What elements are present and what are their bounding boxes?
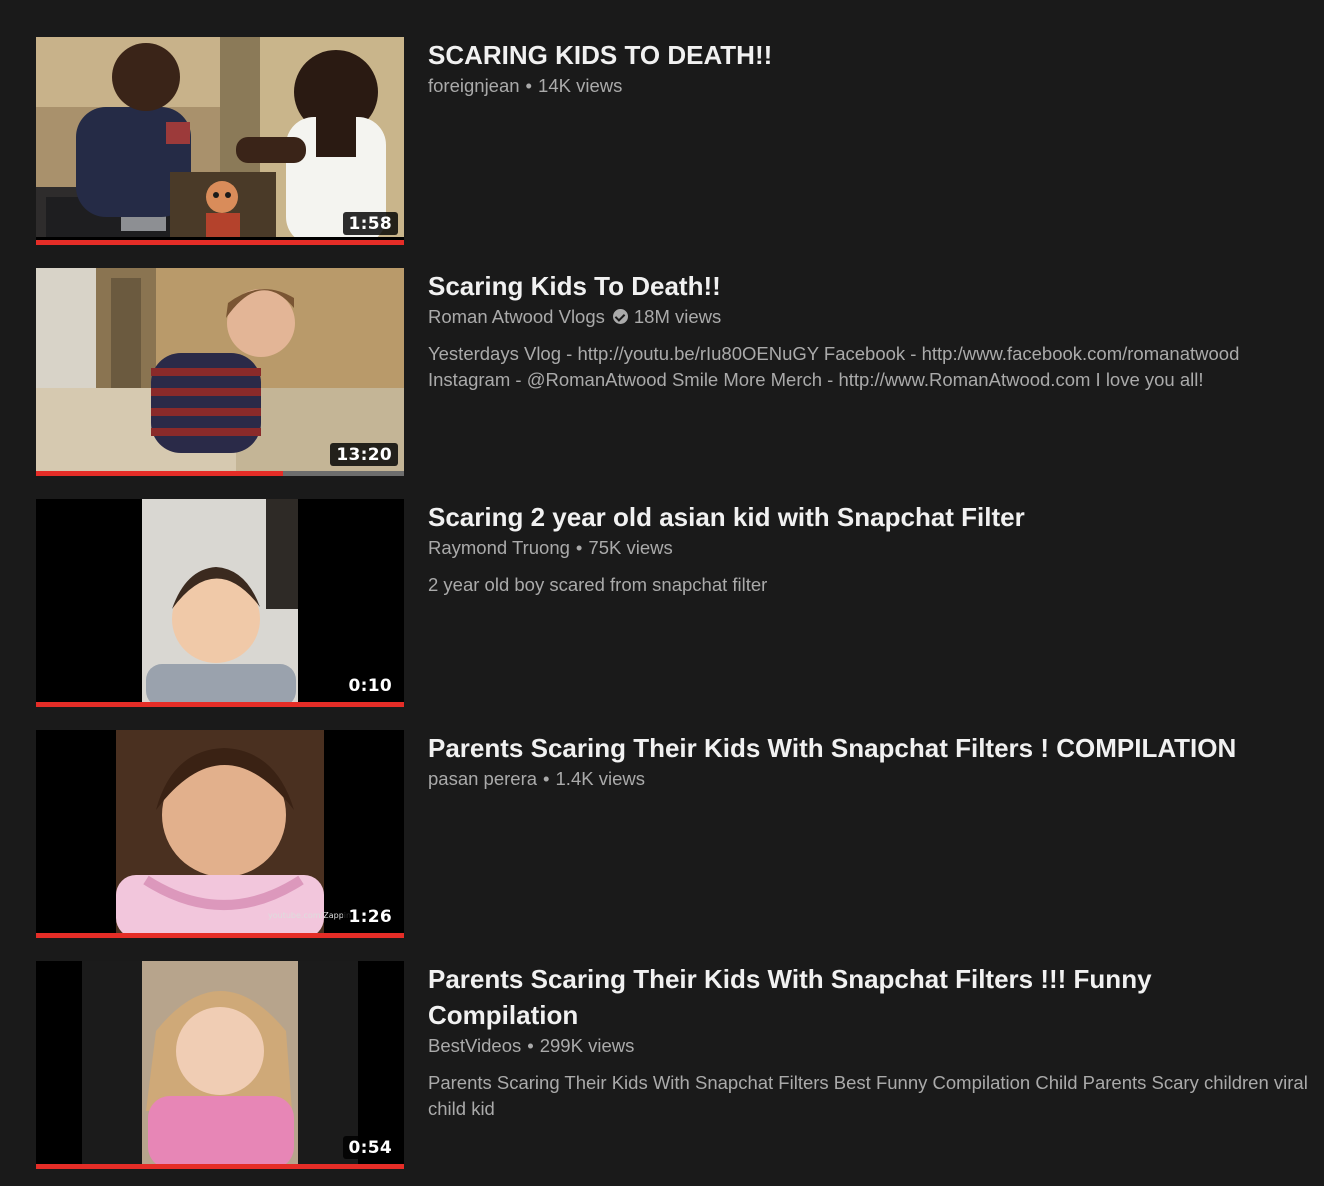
video-info: SCARING KIDS TO DEATH!! foreignjean • 14K … — [428, 37, 1308, 98]
watch-progress-bar — [36, 240, 404, 245]
video-result[interactable]: 0:10 Scaring 2 year old asian kid with S… — [36, 499, 1306, 707]
video-result[interactable]: youtube.com/Zappin 1:26 Parents Scaring … — [36, 730, 1306, 938]
watch-progress-bar — [36, 1164, 404, 1169]
video-description: Yesterdays Vlog - http://youtu.be/rIu80O… — [428, 343, 1240, 390]
channel-name[interactable]: foreignjean — [428, 75, 520, 96]
verified-badge-icon — [612, 309, 628, 324]
video-thumbnail[interactable]: 1:58 — [36, 37, 404, 245]
video-thumbnail[interactable]: 13:20 — [36, 268, 404, 476]
channel-name[interactable]: BestVideos — [428, 1035, 521, 1056]
channel-name[interactable]: Raymond Truong — [428, 537, 570, 558]
video-thumbnail[interactable]: 0:54 — [36, 961, 404, 1169]
video-thumbnail[interactable]: 0:10 — [36, 499, 404, 707]
video-description: Parents Scaring Their Kids With Snapchat… — [428, 1072, 1308, 1119]
video-meta: BestVideos • 299K views — [428, 1034, 1308, 1058]
duration-badge: 1:26 — [342, 905, 398, 928]
watch-progress-bar — [36, 933, 404, 938]
watch-progress-fill — [36, 240, 404, 245]
video-info: Scaring Kids To Death!! Roman Atwood Vlo… — [428, 268, 1308, 393]
video-title[interactable]: Parents Scaring Their Kids With Snapchat… — [428, 961, 1308, 1033]
separator-dot: • — [543, 768, 550, 789]
duration-badge: 0:10 — [342, 674, 398, 697]
video-title[interactable]: Parents Scaring Their Kids With Snapchat… — [428, 730, 1308, 766]
view-count: 75K views — [588, 537, 673, 558]
channel-name[interactable]: Roman Atwood Vlogs — [428, 306, 605, 327]
watch-progress-bar — [36, 702, 404, 707]
watch-progress-fill — [36, 471, 283, 476]
video-result[interactable]: 13:20 Scaring Kids To Death!! Roman Atwo… — [36, 268, 1306, 476]
watch-progress-fill — [36, 702, 404, 707]
video-title[interactable]: SCARING KIDS TO DEATH!! — [428, 37, 1308, 73]
video-info: Parents Scaring Their Kids With Snapchat… — [428, 961, 1308, 1122]
video-meta: foreignjean • 14K views — [428, 74, 1308, 98]
watch-progress-fill — [36, 933, 404, 938]
video-result[interactable]: 0:54 Parents Scaring Their Kids With Sna… — [36, 961, 1308, 1169]
video-thumbnail[interactable]: youtube.com/Zappin 1:26 — [36, 730, 404, 938]
view-count: 18M views — [633, 306, 722, 327]
search-results-list: 1:58 SCARING KIDS TO DEATH!! foreignjean… — [0, 0, 1324, 1186]
video-meta: pasan perera • 1.4K views — [428, 767, 1308, 791]
channel-name[interactable]: pasan perera — [428, 768, 537, 789]
video-title[interactable]: Scaring Kids To Death!! — [428, 268, 1308, 304]
duration-badge: 0:54 — [342, 1136, 398, 1159]
view-count: 14K views — [538, 75, 623, 96]
separator-dot: • — [527, 1035, 534, 1056]
separator-dot: • — [525, 75, 533, 96]
separator-dot: • — [575, 537, 583, 558]
video-result[interactable]: 1:58 SCARING KIDS TO DEATH!! foreignjean… — [36, 37, 1306, 245]
video-description: 2 year old boy scared from snapchat filt… — [428, 574, 768, 595]
video-info: Scaring 2 year old asian kid with Snapch… — [428, 499, 1308, 598]
watermark-text: youtube.com/Zappin — [268, 911, 352, 920]
video-title[interactable]: Scaring 2 year old asian kid with Snapch… — [428, 499, 1308, 535]
video-info: Parents Scaring Their Kids With Snapchat… — [428, 730, 1308, 791]
view-count: 1.4K views — [555, 768, 645, 789]
duration-badge: 13:20 — [330, 443, 398, 466]
video-meta: Roman Atwood Vlogs 18M views — [428, 305, 1308, 329]
video-meta: Raymond Truong • 75K views — [428, 536, 1308, 560]
view-count: 299K views — [539, 1035, 635, 1056]
watch-progress-fill — [36, 1164, 404, 1169]
duration-badge: 1:58 — [342, 212, 398, 235]
watch-progress-bar — [36, 471, 404, 476]
